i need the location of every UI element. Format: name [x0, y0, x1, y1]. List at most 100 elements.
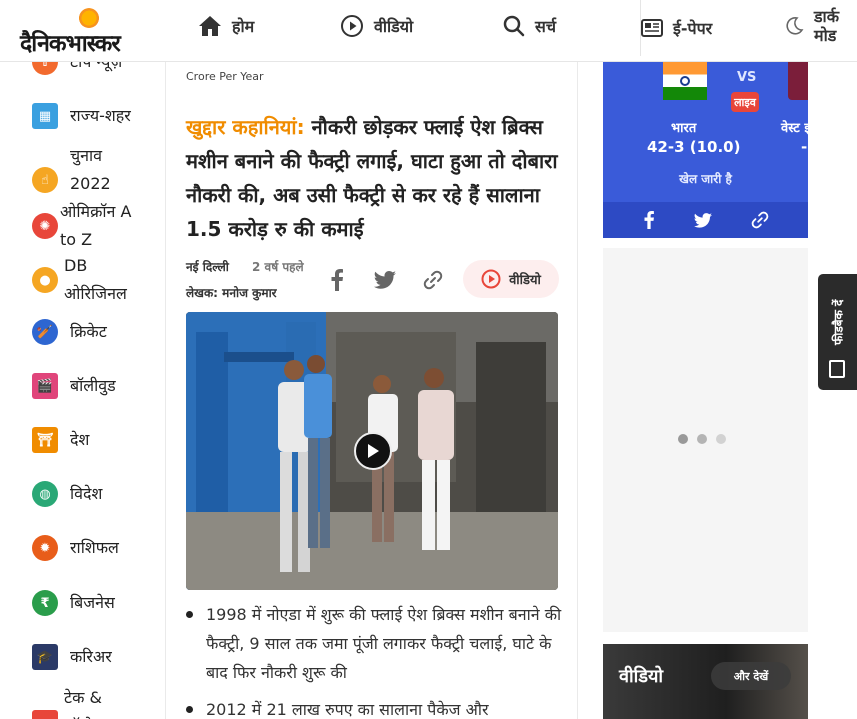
feedback-tab[interactable]: फीडबैक दें: [818, 274, 857, 390]
sidebar-item-db-original[interactable]: ● DB ओरिजिनल: [32, 252, 162, 308]
sidebar-item-label: विदेश: [70, 484, 103, 503]
city-icon: ▦: [32, 103, 58, 129]
db-original-icon: ●: [32, 267, 58, 293]
globe-icon: ◍: [32, 481, 58, 507]
tech-auto-icon: 🚗: [32, 710, 58, 719]
article-highlights: 1998 में नोएडा में शुरू की फ्लाई ऐश ब्रि…: [186, 600, 566, 719]
cricket-icon: 🏏: [32, 319, 58, 345]
rupee-icon: ₹: [32, 590, 58, 616]
twitter-share-icon[interactable]: [372, 267, 398, 293]
team2-score: -: [801, 138, 808, 156]
feedback-label: फीडबैक दें: [831, 299, 846, 345]
sidebar-item-business[interactable]: ₹ बिजनेस: [32, 589, 162, 617]
sidebar-item-career[interactable]: 🎓 करिअर: [32, 643, 162, 671]
team1-name: भारत: [671, 121, 697, 136]
play-icon: [368, 444, 379, 458]
sidebar-item-country[interactable]: ⛩ देश: [32, 426, 162, 454]
facebook-share-icon[interactable]: [324, 267, 350, 293]
dateline-city: नई दिल्ली: [186, 260, 229, 274]
sidebar-item-election[interactable]: ☝ चुनाव 2022: [32, 142, 162, 198]
team2-name: वेस्ट इंडीज: [781, 121, 808, 136]
nav-video-label: वीडियो: [374, 17, 414, 36]
ad-slot: [603, 248, 808, 632]
story-tag: खुद्दार कहानियां:: [186, 115, 305, 139]
nav-search[interactable]: सर्च: [503, 0, 556, 52]
watch-video-button[interactable]: वीडियो: [463, 260, 559, 298]
twitter-share-icon[interactable]: [693, 212, 712, 228]
nav-video[interactable]: वीडियो: [340, 0, 413, 52]
sidebar-item-label: देश: [70, 430, 90, 449]
copy-link-icon[interactable]: [751, 211, 769, 229]
score-share-bar: [603, 202, 808, 238]
copy-link-icon[interactable]: [420, 267, 446, 293]
sidebar-item-label: DB ओरिजिनल: [64, 256, 127, 303]
versus-label: VS: [737, 70, 757, 85]
sidebar-item-label: राज्य-शहर: [70, 106, 131, 125]
live-badge: लाइव: [731, 92, 759, 112]
live-score-card[interactable]: VS लाइव भारत 42-3 (10.0) वेस्ट इंडीज - ख…: [603, 62, 808, 238]
loading-dot: [678, 434, 688, 444]
team1-score: 42-3 (10.0): [647, 138, 741, 156]
article-video-thumbnail[interactable]: [186, 312, 558, 590]
sidebar-item-label: राशिफल: [70, 538, 119, 557]
nav-home[interactable]: होम: [198, 0, 254, 52]
video-section[interactable]: वीडियो और देखें: [603, 644, 808, 719]
sidebar-item-label: बिजनेस: [70, 593, 115, 612]
virus-icon: ✺: [32, 213, 58, 239]
sidebar-item-label: करिअर: [70, 647, 112, 666]
sidebar-item-label: टॉप न्यूज़: [70, 62, 122, 76]
election-icon: ☝: [32, 167, 58, 193]
sidebar: ⇧ टॉप न्यूज़ ▦ राज्य-शहर ☝ चुनाव 2022 ✺ …: [0, 62, 166, 719]
sidebar-item-top-news[interactable]: ⇧ टॉप न्यूज़: [32, 62, 162, 76]
previous-article-snippet: Crore Per Year: [186, 70, 264, 83]
nav-epaper-label: ई-पेपर: [673, 18, 713, 38]
zodiac-icon: ✹: [32, 535, 58, 561]
nav-home-label: होम: [232, 17, 255, 36]
sidebar-item-label: चुनाव 2022: [70, 146, 111, 193]
see-more-videos-button[interactable]: और देखें: [711, 662, 791, 690]
moon-icon: [786, 17, 804, 35]
search-icon: [503, 15, 525, 37]
nav-search-label: सर्च: [535, 17, 556, 36]
nav-epaper[interactable]: ई-पेपर: [640, 0, 713, 56]
highlight-item: 2012 में 21 लाख रुपए का सालाना पैकेज और: [186, 695, 566, 719]
article-card[interactable]: Crore Per Year खुद्दार कहानियां: नौकरी छ…: [166, 62, 578, 719]
india-flag-icon: [663, 62, 707, 100]
video-section-title: वीडियो: [619, 666, 664, 687]
bollywood-icon: 🎬: [32, 373, 58, 399]
article-headline[interactable]: खुद्दार कहानियां: नौकरी छोड़कर फ्लाई ऐश …: [186, 110, 566, 246]
sidebar-item-label: बॉलीवुड: [70, 376, 116, 395]
play-circle-icon: [341, 15, 363, 37]
india-gate-icon: ⛩: [32, 427, 58, 453]
graduation-cap-icon: 🎓: [32, 644, 58, 670]
sidebar-item-tech-auto[interactable]: 🚗 टेक & ऑटो: [32, 684, 162, 719]
author-byline: लेखक: मनोज कुमार: [186, 286, 277, 300]
dark-mode-toggle[interactable]: डार्क मोड: [784, 0, 854, 52]
sidebar-item-cricket[interactable]: 🏏 क्रिकेट: [32, 318, 162, 346]
sidebar-item-state-city[interactable]: ▦ राज्य-शहर: [32, 102, 162, 130]
top-header: दैनिकभास्कर होम वीडियो सर्च ई-पेपर डार्क…: [0, 0, 857, 62]
highlight-item: 1998 में नोएडा में शुरू की फ्लाई ऐश ब्रि…: [186, 600, 566, 687]
feedback-icon: [829, 360, 845, 378]
west-indies-flag-icon: [788, 62, 808, 100]
play-circle-icon: [481, 269, 501, 289]
home-icon: [199, 16, 221, 36]
video-play-button[interactable]: [354, 432, 392, 470]
sidebar-item-horoscope[interactable]: ✹ राशिफल: [32, 534, 162, 562]
match-status: खेल जारी है: [679, 172, 732, 186]
sidebar-item-bollywood[interactable]: 🎬 बॉलीवुड: [32, 372, 162, 400]
loading-dot: [697, 434, 707, 444]
top-news-icon: ⇧: [32, 62, 58, 75]
sidebar-item-label: टेक & ऑटो: [64, 688, 102, 719]
loading-indicator: [678, 434, 726, 444]
loading-dot: [716, 434, 726, 444]
sidebar-item-label: क्रिकेट: [70, 322, 107, 341]
newspaper-icon: [641, 19, 663, 37]
sidebar-item-world[interactable]: ◍ विदेश: [32, 480, 162, 508]
sidebar-item-label: ओमिक्रॉन A to Z: [60, 202, 132, 249]
site-logo[interactable]: दैनिकभास्कर: [20, 6, 158, 57]
sidebar-item-omicron[interactable]: ✺ ओमिक्रॉन A to Z: [32, 198, 162, 254]
logo-sun-icon: [78, 6, 100, 28]
facebook-share-icon[interactable]: [643, 211, 655, 229]
watch-video-label: वीडियो: [509, 273, 541, 288]
